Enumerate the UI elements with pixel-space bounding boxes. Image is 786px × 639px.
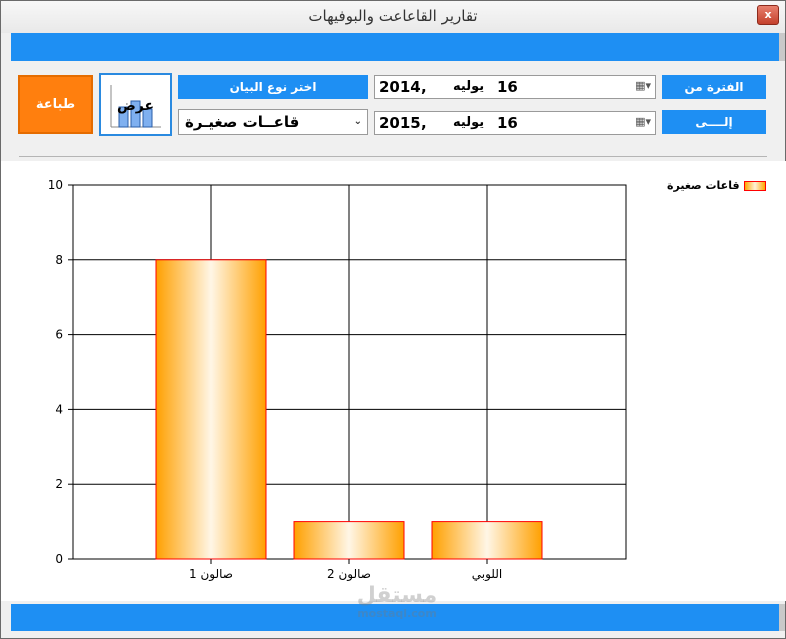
report-type-value: قاعــات صغيـرة (185, 113, 300, 131)
y-tick-label: 2 (55, 477, 63, 491)
y-tick-label: 4 (55, 402, 63, 416)
from-label: الفترة من (662, 75, 766, 99)
divider (19, 156, 767, 157)
to-label: إلــــى (662, 110, 766, 134)
bar (155, 259, 267, 560)
watermark: مستقل mostaql.com (347, 583, 447, 621)
y-tick-label: 0 (55, 552, 63, 566)
x-tick-label: اللوبي (472, 567, 503, 582)
y-tick-label: 6 (55, 328, 63, 342)
date-from-year: 2014 (379, 78, 421, 96)
chart-area: 0 2 4 6 8 10 صالون 1 صالون 2 اللوبي (1, 161, 786, 601)
title-bar: تقارير القاعاعت والبوفيهات x (1, 1, 785, 33)
watermark-brand: مستقل (356, 583, 438, 608)
chart-legend: قاعات صغيرة (667, 179, 766, 192)
report-window: تقارير القاعاعت والبوفيهات x طباعة عرض ا… (0, 0, 786, 639)
show-button[interactable]: عرض (99, 73, 172, 136)
date-from-picker[interactable]: 2014 , يوليه 16 ▦▾ (374, 75, 656, 99)
y-tick-label: 8 (55, 253, 63, 267)
date-to-month: يوليه (453, 115, 485, 130)
close-button[interactable]: x (757, 5, 779, 25)
date-from-month: يوليه (453, 79, 485, 94)
calendar-dropdown-icon[interactable]: ▦▾ (635, 115, 651, 128)
legend-swatch (743, 180, 766, 191)
date-from-comma: , (421, 78, 427, 96)
date-to-year: 2015 (379, 114, 421, 132)
show-button-label: عرض (116, 98, 155, 114)
bar (431, 521, 543, 560)
legend-label: قاعات صغيرة (667, 179, 740, 192)
x-tick-label: صالون 1 (189, 567, 233, 582)
calendar-dropdown-icon[interactable]: ▦▾ (635, 79, 651, 92)
window-title: تقارير القاعاعت والبوفيهات (308, 7, 478, 25)
chevron-down-icon: ⌄ (353, 116, 362, 127)
print-button[interactable]: طباعة (18, 75, 93, 134)
bar (293, 521, 405, 560)
watermark-site: mostaql.com (357, 607, 437, 620)
report-type-select[interactable]: قاعــات صغيـرة ⌄ (178, 109, 368, 135)
header-band (11, 33, 785, 61)
x-tick-label: صالون 2 (327, 567, 371, 582)
date-to-day: 16 (497, 114, 518, 132)
choose-type-label: اختر نوع البيان (178, 75, 368, 99)
date-to-comma: , (421, 114, 427, 132)
bar-chart: 0 2 4 6 8 10 صالون 1 صالون 2 اللوبي (48, 178, 627, 582)
y-tick-label: 10 (48, 178, 63, 192)
date-from-day: 16 (497, 78, 518, 96)
date-to-picker[interactable]: 2015 , يوليه 16 ▦▾ (374, 111, 656, 135)
